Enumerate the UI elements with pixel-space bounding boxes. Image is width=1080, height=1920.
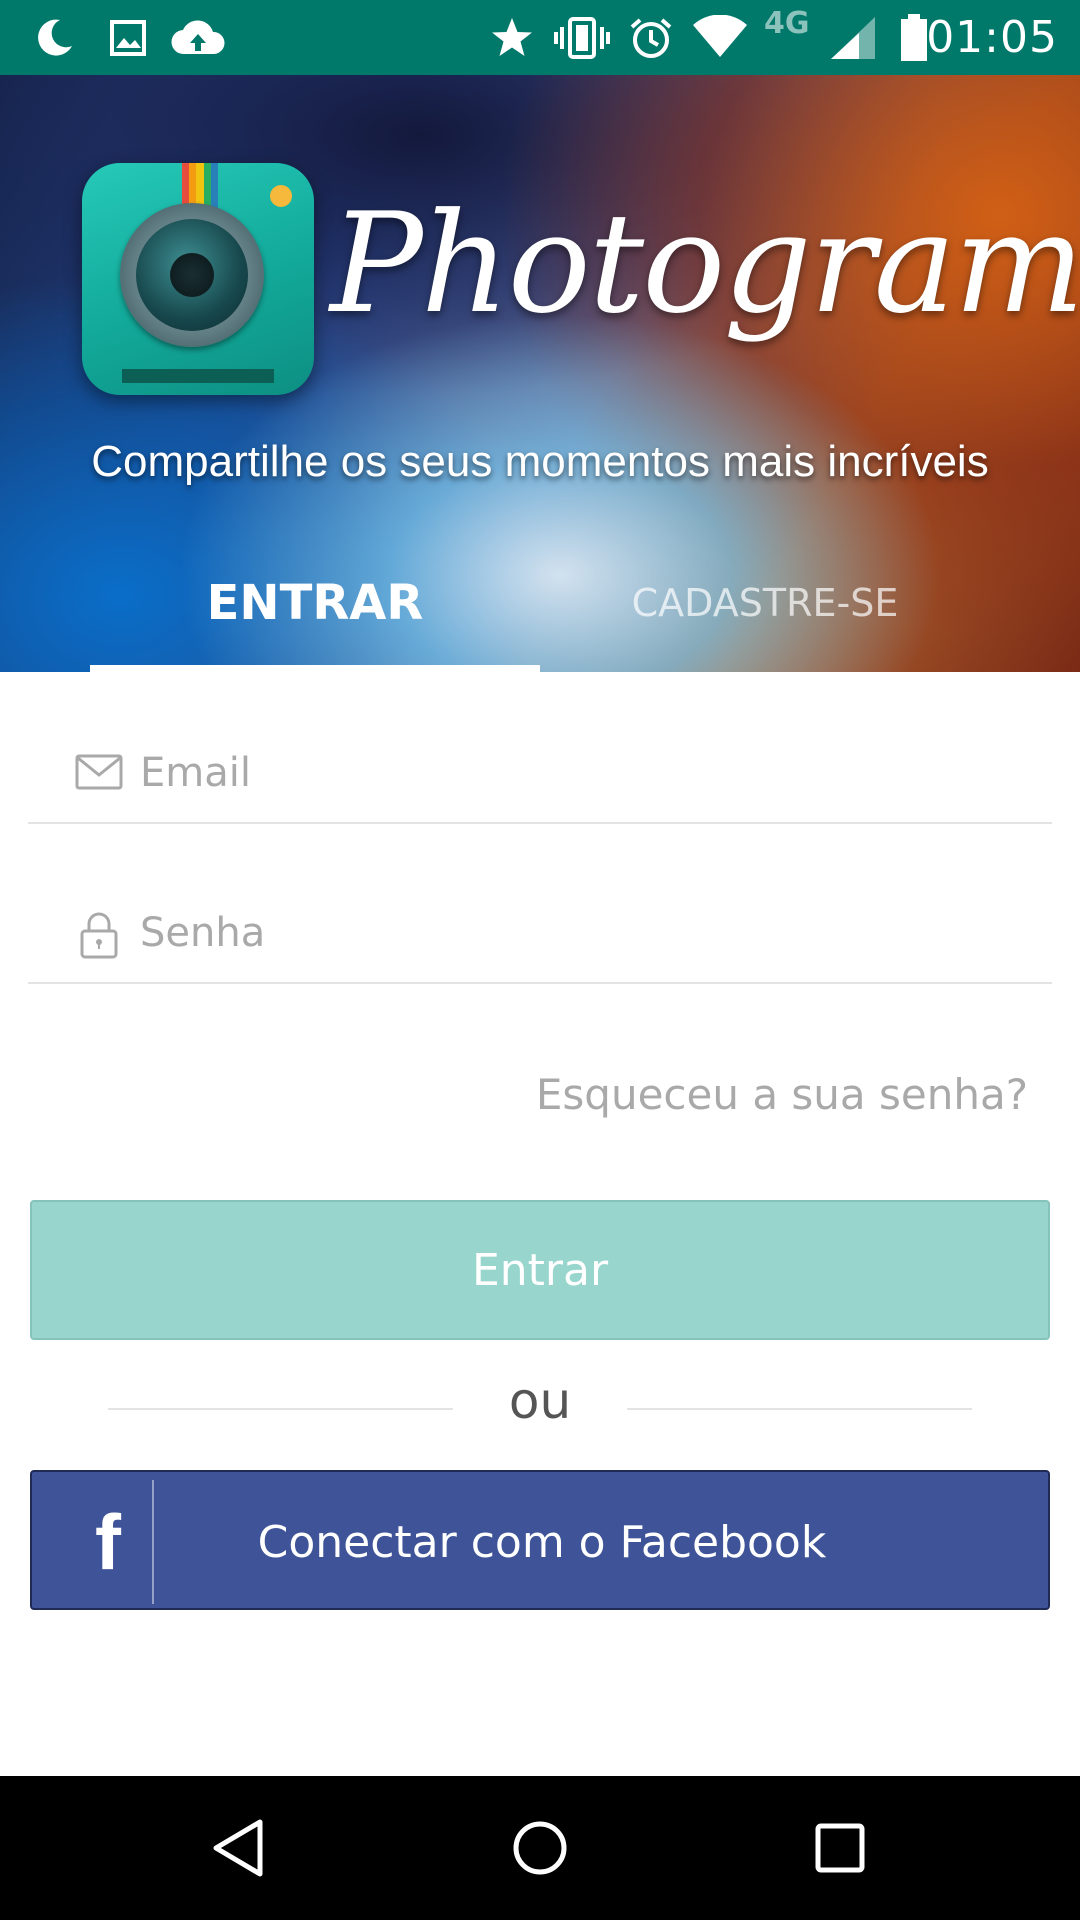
app-logo-icon (82, 163, 314, 395)
logo-base-bar (122, 369, 274, 383)
forgot-password-link[interactable]: Esqueceu a sua senha? (536, 1070, 1028, 1119)
header-banner: Photogram Compartilhe os seus momentos m… (0, 75, 1080, 672)
logo-flash-dot (270, 185, 292, 207)
facebook-button-divider (152, 1480, 154, 1604)
facebook-button-label: Conectar com o Facebook (257, 1516, 827, 1568)
moon-icon (30, 12, 78, 64)
app-name: Photogram (330, 183, 1080, 344)
tab-cadastre-se[interactable]: CADASTRE-SE (540, 553, 990, 653)
divider-line-right (627, 1408, 972, 1410)
signal-icon (828, 12, 878, 64)
tagline: Compartilhe os seus momentos mais incrív… (91, 437, 989, 486)
facebook-login-button[interactable]: Conectar com o Facebook f (30, 1470, 1050, 1610)
home-icon[interactable] (504, 1812, 576, 1884)
email-field[interactable] (28, 700, 1052, 824)
tab-entrar[interactable]: ENTRAR (90, 553, 540, 653)
star-icon (488, 12, 536, 64)
envelope-icon (74, 750, 124, 796)
vibrate-icon (552, 12, 612, 64)
logo-lens (120, 203, 264, 347)
divider-line-left (108, 1408, 453, 1410)
network-type-label: 4G (764, 6, 810, 41)
recents-icon[interactable] (804, 1812, 876, 1884)
image-icon (104, 12, 152, 64)
password-input[interactable] (140, 898, 1020, 968)
facebook-icon: f (95, 1497, 121, 1586)
active-tab-indicator (90, 665, 540, 672)
back-icon[interactable] (204, 1812, 276, 1884)
lock-icon (74, 910, 124, 959)
password-field[interactable] (28, 860, 1052, 984)
cloud-upload-icon (170, 12, 226, 64)
divider-or-text: ou (508, 1372, 572, 1430)
email-input[interactable] (140, 738, 1020, 808)
status-time: 01:05 (926, 12, 1058, 63)
wifi-icon (690, 12, 750, 64)
status-bar: 4G 01:05 (0, 0, 1080, 75)
login-button[interactable]: Entrar (30, 1200, 1050, 1340)
alarm-icon (626, 12, 676, 64)
navigation-bar (0, 1776, 1080, 1920)
